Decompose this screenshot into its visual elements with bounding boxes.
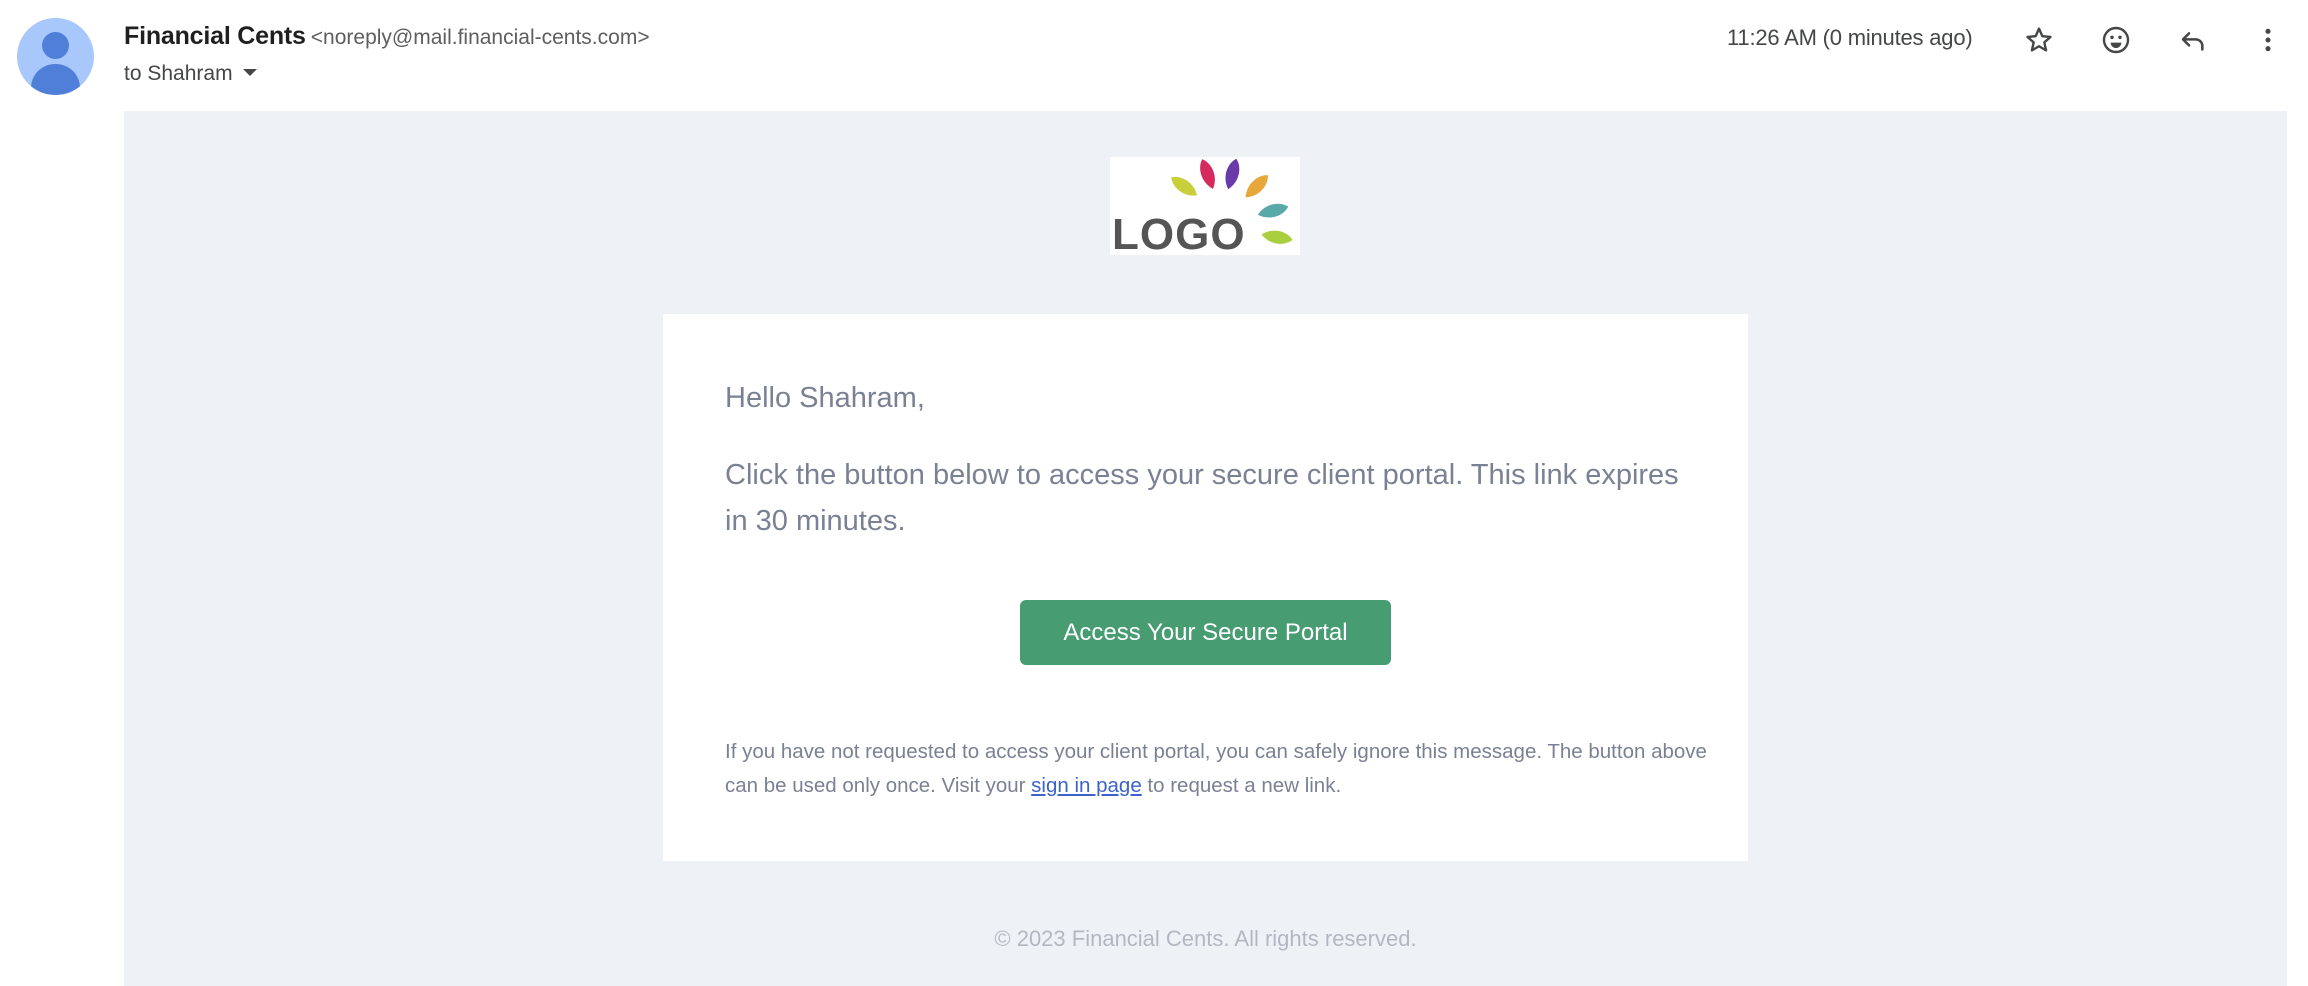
logo-leaf — [1200, 159, 1215, 189]
add-reaction-button[interactable] — [2094, 18, 2138, 62]
star-outline-icon — [2026, 27, 2052, 52]
recipient-details-toggle[interactable]: to Shahram — [124, 62, 257, 86]
avatar-person-body — [31, 64, 80, 95]
company-logo: LOGO — [1110, 157, 1300, 259]
logo-leaf — [1245, 175, 1268, 198]
more-vertical-icon — [2265, 28, 2271, 52]
message-card: Hello Shahram, Click the button below to… — [663, 314, 1748, 861]
intro-paragraph: Click the button below to access your se… — [725, 459, 1679, 537]
recipient-label: to Shahram — [124, 62, 233, 85]
timestamp: 11:26 AM (0 minutes ago) — [1727, 25, 1973, 50]
emoji-icon — [2102, 26, 2130, 54]
logo-text: LOGO — [1112, 210, 1246, 255]
logo-leaf — [1257, 203, 1289, 218]
logo-leaf — [1225, 158, 1240, 190]
greeting-text: Hello Shahram, — [725, 382, 925, 414]
footer-copyright: © 2023 Financial Cents. All rights reser… — [994, 926, 1417, 951]
notice-paragraph: If you have not requested to access your… — [725, 735, 1715, 803]
sender-email: <noreply@mail.financial-cents.com> — [310, 26, 650, 49]
sender-line: Financial Cents <noreply@mail.financial-c… — [124, 22, 650, 51]
logo-leaves-icon: LOGO — [1112, 158, 1293, 259]
sign-in-page-link[interactable]: sign in page — [1031, 774, 1142, 797]
sender-name[interactable]: Financial Cents — [124, 22, 306, 50]
avatar-person-head — [42, 32, 69, 59]
email-body: LOGO Hello Shahram, Click the button bel… — [124, 111, 2287, 986]
more-options-button[interactable] — [2246, 18, 2290, 62]
star-button[interactable] — [2017, 18, 2061, 62]
reply-icon — [2181, 32, 2204, 51]
reply-button[interactable] — [2171, 18, 2215, 62]
notice-text-after: to request a new link. — [1141, 774, 1342, 797]
caret-down-icon — [242, 68, 257, 76]
logo-leaf — [1261, 230, 1293, 244]
logo-leaf — [1171, 176, 1198, 196]
access-secure-portal-button[interactable]: Access Your Secure Portal — [1020, 600, 1391, 665]
sender-avatar[interactable] — [17, 18, 94, 95]
